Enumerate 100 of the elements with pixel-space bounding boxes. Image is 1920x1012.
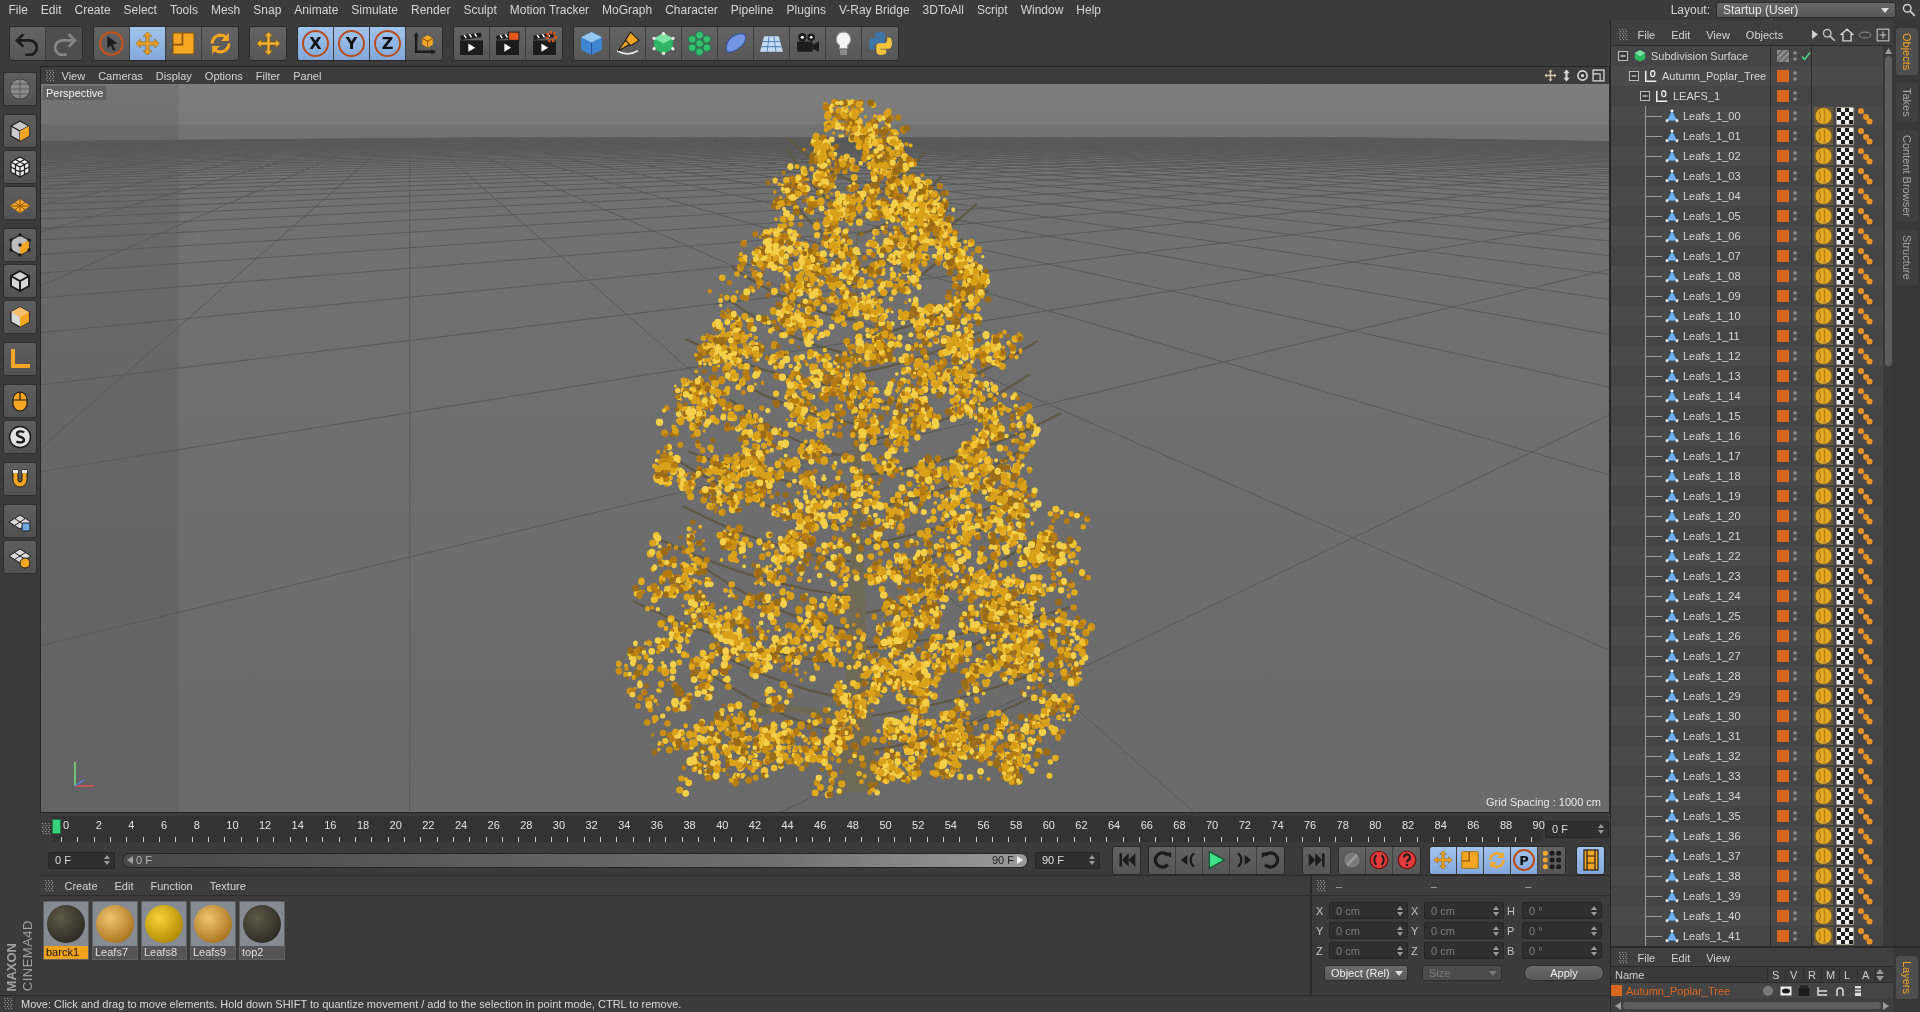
current-frame-field[interactable]: 0 F: [1545, 820, 1609, 838]
menu-item[interactable]: Function: [144, 877, 200, 894]
scale-tool-button[interactable]: [166, 26, 202, 60]
mode-button[interactable]: [3, 540, 37, 574]
object-row[interactable]: Leafs_1_13: [1611, 366, 1883, 386]
menu-item[interactable]: View: [55, 67, 92, 84]
checker-tag-icon[interactable]: [1836, 827, 1854, 845]
arrow-right-icon[interactable]: [1883, 1001, 1889, 1010]
cloner-button[interactable]: [682, 26, 718, 60]
nodes-tag-icon[interactable]: [1857, 927, 1873, 945]
layer-swatch-icon[interactable]: [1777, 90, 1789, 102]
nodes-tag-icon[interactable]: [1857, 147, 1873, 165]
checker-tag-icon[interactable]: [1836, 627, 1854, 645]
nodes-tag-icon[interactable]: [1857, 447, 1873, 465]
previous-key-button[interactable]: [1149, 846, 1176, 874]
layer-swatch-icon[interactable]: [1777, 570, 1789, 582]
object-row[interactable]: Leafs_1_19: [1611, 486, 1883, 506]
visibility-dots-icon[interactable]: [1793, 210, 1797, 222]
checker-tag-icon[interactable]: [1836, 547, 1854, 565]
padlock-icon[interactable]: [1834, 984, 1846, 997]
layer-swatch-icon[interactable]: [1777, 250, 1789, 262]
visibility-dots-icon[interactable]: [1793, 830, 1797, 842]
nodes-tag-icon[interactable]: [1857, 767, 1873, 785]
layer-swatch-icon[interactable]: [1777, 690, 1789, 702]
layer-swatch-icon[interactable]: [1777, 790, 1789, 802]
checker-tag-icon[interactable]: [1836, 927, 1854, 945]
move-tool-button[interactable]: [130, 26, 166, 60]
nodes-tag-icon[interactable]: [1857, 587, 1873, 605]
object-row[interactable]: Leafs_1_37: [1611, 846, 1883, 866]
hatched-square-icon[interactable]: [1777, 50, 1789, 62]
layer-swatch-icon[interactable]: [1777, 750, 1789, 762]
layer-swatch-icon[interactable]: [1777, 610, 1789, 622]
visibility-dots-icon[interactable]: [1793, 350, 1797, 362]
collapse-icon[interactable]: [1618, 51, 1628, 61]
object-row[interactable]: Leafs_1_08: [1611, 266, 1883, 286]
visibility-dots-icon[interactable]: [1793, 930, 1797, 942]
visibility-dots-icon[interactable]: [1793, 250, 1797, 262]
layer-swatch-icon[interactable]: [1777, 230, 1789, 242]
visibility-dots-icon[interactable]: [1793, 670, 1797, 682]
next-key-button[interactable]: [1257, 846, 1284, 874]
checker-tag-icon[interactable]: [1836, 227, 1854, 245]
hierarchy-icon[interactable]: [1816, 984, 1828, 997]
object-row[interactable]: Leafs_1_40: [1611, 906, 1883, 926]
object-row[interactable]: Leafs_1_11: [1611, 326, 1883, 346]
nodes-tag-icon[interactable]: [1857, 287, 1873, 305]
visibility-dots-icon[interactable]: [1793, 690, 1797, 702]
visibility-dots-icon[interactable]: [1793, 550, 1797, 562]
start-frame-field[interactable]: 0 F: [48, 851, 115, 869]
object-row[interactable]: LEAFS_1: [1611, 86, 1883, 106]
layer-swatch-icon[interactable]: [1777, 430, 1789, 442]
layer-swatch-icon[interactable]: [1777, 170, 1789, 182]
layer-swatch-icon[interactable]: [1777, 770, 1789, 782]
menu-item[interactable]: Options: [198, 67, 250, 84]
layer-swatch-icon[interactable]: [1777, 370, 1789, 382]
layer-swatch-icon[interactable]: [1777, 210, 1789, 222]
layer-swatch-icon[interactable]: [1777, 930, 1789, 942]
caret-right-icon[interactable]: [1812, 30, 1818, 39]
checker-tag-icon[interactable]: [1836, 767, 1854, 785]
menu-item[interactable]: File: [1631, 949, 1662, 966]
visibility-dots-icon[interactable]: [1793, 190, 1797, 202]
layer-swatch-icon[interactable]: [1777, 310, 1789, 322]
object-row[interactable]: Leafs_1_23: [1611, 566, 1883, 586]
object-row[interactable]: Leafs_1_18: [1611, 466, 1883, 486]
layer-swatch-icon[interactable]: [1777, 510, 1789, 522]
checker-tag-icon[interactable]: [1836, 467, 1854, 485]
checker-tag-icon[interactable]: [1836, 287, 1854, 305]
menu-item[interactable]: Pipeline: [724, 2, 781, 18]
layer-swatch-icon[interactable]: [1777, 550, 1789, 562]
cube-button[interactable]: [574, 26, 610, 60]
checker-tag-icon[interactable]: [1836, 347, 1854, 365]
nodes-tag-icon[interactable]: [1857, 667, 1873, 685]
arrow-left-icon[interactable]: [1615, 1001, 1621, 1010]
menu-item[interactable]: Filter: [249, 67, 287, 84]
autokey-button[interactable]: [1393, 846, 1420, 874]
layer-swatch-icon[interactable]: [1777, 390, 1789, 402]
menu-item[interactable]: Edit: [108, 877, 140, 894]
menu-item[interactable]: Cameras: [91, 67, 150, 84]
nodes-tag-icon[interactable]: [1857, 507, 1873, 525]
visibility-dots-icon[interactable]: [1793, 510, 1797, 522]
material-swatch[interactable]: top2: [239, 901, 285, 960]
object-row[interactable]: Leafs_1_00: [1611, 106, 1883, 126]
menu-item[interactable]: Motion Tracker: [503, 2, 596, 18]
visibility-dots-icon[interactable]: [1793, 870, 1797, 882]
panel-tab[interactable]: Objects: [1895, 28, 1918, 76]
frame-range-bar[interactable]: 0 F 90 F: [122, 852, 1028, 868]
object-row[interactable]: Leafs_1_24: [1611, 586, 1883, 606]
solo-dot-icon[interactable]: [1762, 984, 1774, 997]
panel-tab[interactable]: Layers: [1895, 956, 1918, 1000]
menu-item[interactable]: Window: [1014, 2, 1070, 18]
mode-button[interactable]: [3, 342, 37, 376]
visibility-dots-icon[interactable]: [1793, 430, 1797, 442]
menu-item[interactable]: Objects: [1739, 26, 1790, 43]
coordinate-mode-dropdown[interactable]: Object (Rel): [1324, 965, 1408, 981]
checker-tag-icon[interactable]: [1836, 727, 1854, 745]
nodes-tag-icon[interactable]: [1857, 107, 1873, 125]
visibility-dots-icon[interactable]: [1793, 270, 1797, 282]
object-row[interactable]: Leafs_1_29: [1611, 686, 1883, 706]
rotate-tool-button[interactable]: [202, 26, 238, 60]
checker-tag-icon[interactable]: [1836, 587, 1854, 605]
checker-tag-icon[interactable]: [1836, 307, 1854, 325]
